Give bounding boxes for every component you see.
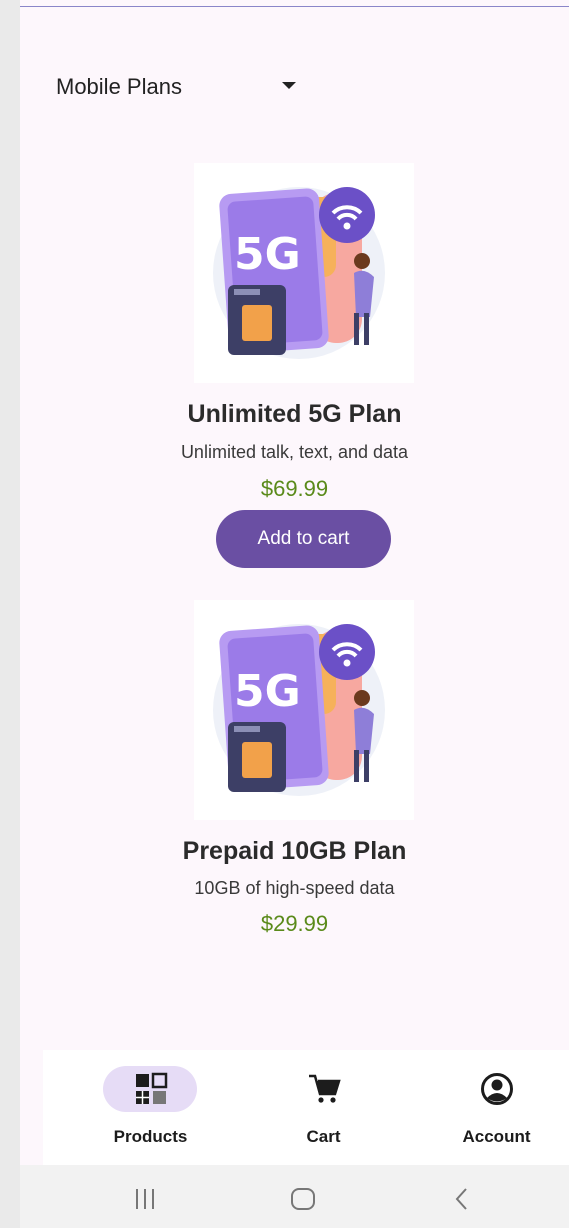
- image-text: 5G: [234, 666, 301, 717]
- bottom-navigation: Products Cart Account: [43, 1050, 569, 1165]
- category-dropdown-value: Mobile Plans: [56, 74, 182, 99]
- product-description: Unlimited talk, text, and data: [180, 442, 409, 462]
- nav-label: Cart: [306, 1127, 341, 1146]
- back-icon: [455, 1188, 467, 1210]
- 5g-phone-sim-illustration-icon: 5G: [213, 187, 385, 359]
- cart-icon: [309, 1074, 341, 1103]
- category-dropdown[interactable]: Mobile Plans: [56, 70, 306, 104]
- system-navigation-bar: [20, 1165, 569, 1228]
- home-button[interactable]: [264, 1165, 344, 1228]
- product-name: Prepaid 10GB Plan: [182, 837, 407, 865]
- recent-apps-icon: [136, 1189, 154, 1209]
- product-description: 10GB of high-speed data: [194, 878, 395, 898]
- 5g-phone-sim-illustration-icon: 5G: [213, 624, 385, 796]
- product-price: $69.99: [260, 476, 329, 501]
- products-grid-icon: [136, 1072, 168, 1104]
- nav-item-cart[interactable]: Cart: [236, 1050, 411, 1165]
- nav-item-products[interactable]: Products: [63, 1050, 238, 1165]
- product-image-prepaid-10gb[interactable]: 5G: [194, 600, 414, 820]
- nav-label: Products: [113, 1127, 188, 1146]
- product-price: $29.99: [260, 911, 329, 936]
- nav-item-account[interactable]: Account: [409, 1050, 569, 1165]
- nav-label: Account: [462, 1127, 531, 1146]
- image-text: 5G: [234, 229, 301, 280]
- back-button[interactable]: [422, 1165, 502, 1228]
- recent-apps-button[interactable]: [105, 1165, 185, 1228]
- home-icon: [291, 1188, 315, 1210]
- app-screen: Mobile Plans 5G Unlimited 5G Plan Unlimi…: [20, 0, 569, 1228]
- add-to-cart-button[interactable]: Add to cart: [216, 510, 391, 568]
- account-icon: [481, 1073, 513, 1105]
- product-name: Unlimited 5G Plan: [187, 400, 402, 428]
- caret-down-icon: [282, 82, 296, 89]
- top-divider: [20, 0, 569, 7]
- product-image-unlimited-5g[interactable]: 5G: [194, 163, 414, 383]
